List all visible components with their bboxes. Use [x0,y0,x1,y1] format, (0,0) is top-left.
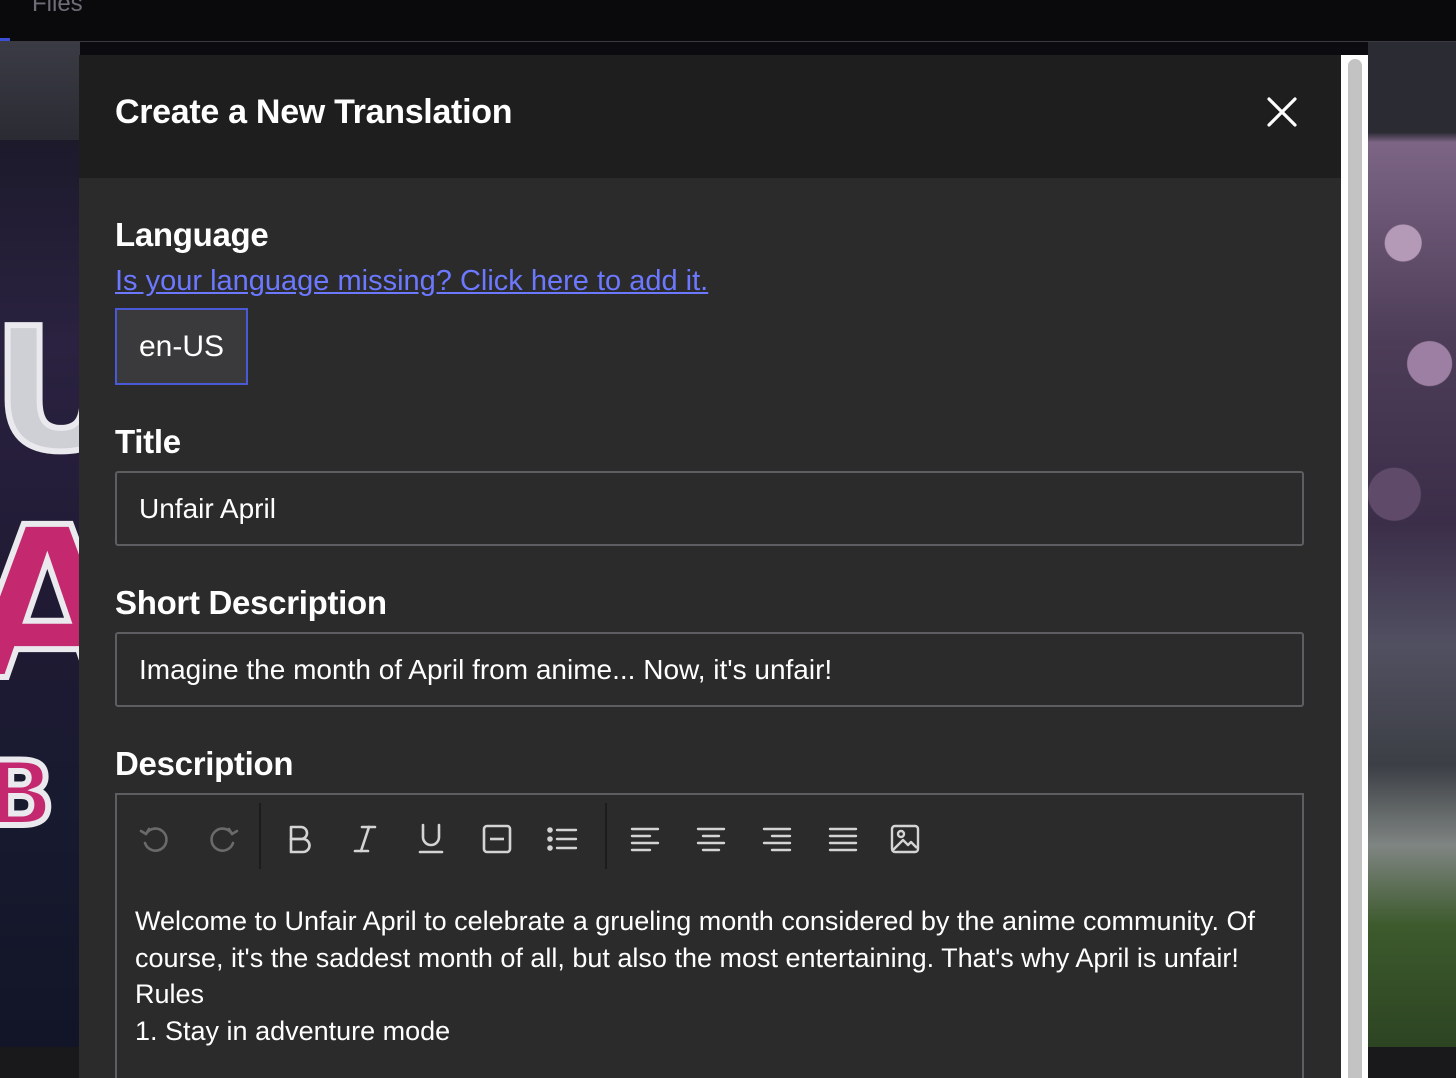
banner-art-letter: B [0,739,58,850]
background-banner-right [1368,42,1456,1047]
strikethrough-button[interactable] [477,819,517,859]
bold-icon [289,825,311,854]
bold-button[interactable] [279,819,319,859]
description-editor[interactable]: Welcome to Unfair April to celebrate a g… [115,793,1304,1078]
modal-header: Create a New Translation [79,55,1341,178]
close-icon [1267,97,1297,127]
tab-files[interactable]: Files [32,0,83,18]
top-navigation-bar: Files [0,0,1456,42]
underline-button[interactable] [411,819,451,859]
title-input[interactable]: Unfair April [115,471,1304,546]
short-description-label: Short Description [115,584,387,621]
background-banner-left: U A B [0,42,80,1047]
toolbar-separator [605,803,607,869]
undo-button[interactable] [135,819,175,859]
rules-heading: Rules [135,979,205,1009]
description-paragraph: Welcome to Unfair April to celebrate a g… [135,906,1256,973]
bullet-list-icon [547,827,578,851]
insert-image-button[interactable] [885,819,925,859]
language-select[interactable]: en-US [115,308,248,385]
redo-icon [210,827,239,852]
title-label: Title [115,423,181,460]
banner-art-letter: A [0,479,80,730]
bullet-list-button[interactable] [543,819,583,859]
underline-icon [418,823,444,854]
language-label: Language [115,216,269,253]
align-justify-button[interactable] [823,819,863,859]
italic-icon [353,825,377,853]
create-translation-modal: Create a New Translation Language Is you… [79,55,1341,1078]
close-button[interactable] [1265,95,1299,129]
modal-title: Create a New Translation [115,93,513,131]
description-label: Description [115,745,294,782]
background-banner-band [0,42,80,140]
redo-button[interactable] [203,819,243,859]
active-tab-indicator [0,38,10,41]
add-language-link[interactable]: Is your language missing? Click here to … [115,265,708,298]
rule-item: 1. Stay in adventure mode [135,1015,451,1046]
align-left-button[interactable] [625,819,665,859]
toolbar-separator [259,803,261,869]
align-right-icon [762,827,792,852]
modal-scrollbar[interactable] [1341,55,1368,1078]
editor-content[interactable]: Welcome to Unfair April to celebrate a g… [135,903,1285,1049]
undo-icon [139,827,168,852]
align-right-button[interactable] [757,819,797,859]
editor-toolbar [117,795,1302,883]
align-left-icon [630,827,660,852]
strikethrough-box-icon [482,824,512,854]
image-icon [890,824,920,854]
short-description-input[interactable]: Imagine the month of April from anime...… [115,632,1304,707]
scrollbar-thumb[interactable] [1348,59,1362,1078]
banner-art-letter: U [0,289,80,493]
align-center-icon [696,827,726,852]
italic-button[interactable] [345,819,385,859]
align-justify-icon [828,827,858,852]
align-center-button[interactable] [691,819,731,859]
